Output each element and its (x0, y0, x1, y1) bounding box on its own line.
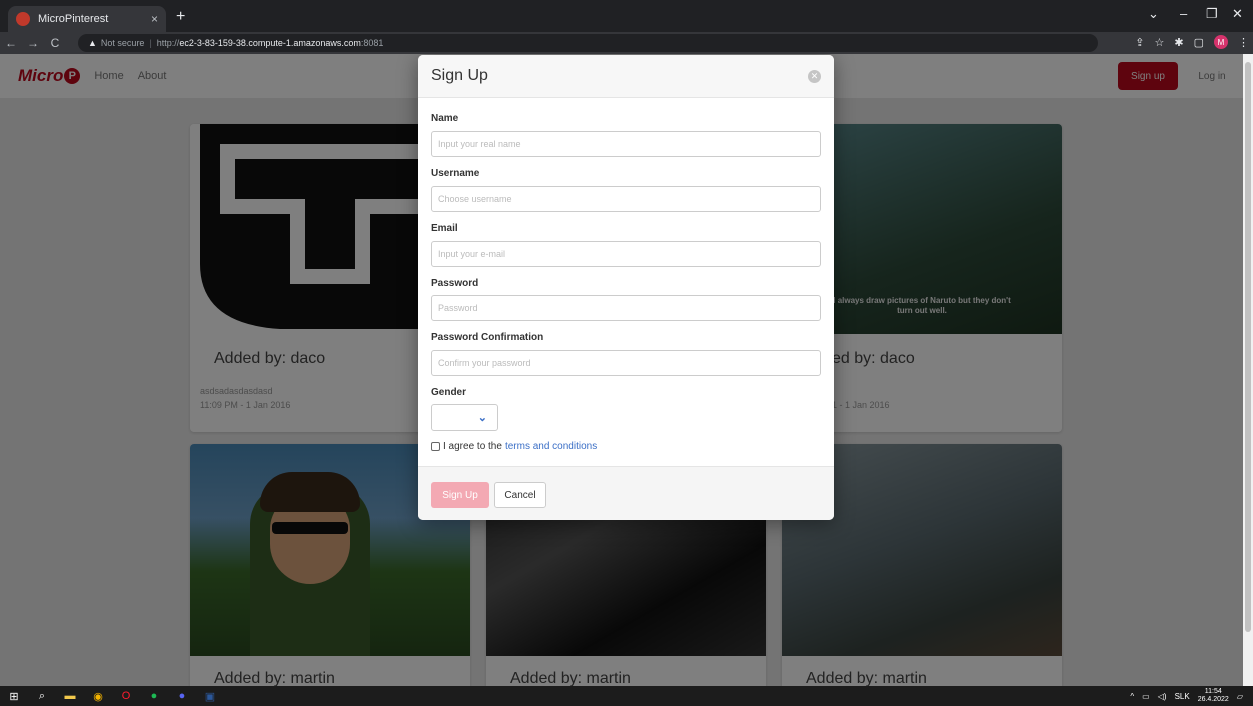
password-confirmation-input[interactable] (431, 350, 821, 376)
browser-window: MicroPinterest × + ⌄ – ❐ ✕ ← → C ▲ Not s… (0, 0, 1253, 706)
tray-chevron-up-icon[interactable]: ^ (1130, 692, 1134, 701)
modal-title: Sign Up (431, 67, 488, 84)
page-viewport: Micro P Home About Sign up Log in Added … (0, 54, 1243, 686)
modal-header: Sign Up ✕ (418, 55, 834, 98)
toolbar-icons: ⇪ ☆ ✱ ▢ M ⋮ (1135, 35, 1249, 49)
forward-icon[interactable]: → (22, 36, 44, 50)
extensions-icon[interactable]: ✱ (1174, 36, 1183, 49)
url-host: ec2-3-83-159-38.compute-1.amazonaws.com (179, 38, 361, 48)
gender-label: Gender (431, 387, 467, 398)
volume-icon[interactable]: ◁) (1158, 692, 1167, 701)
pinterest-favicon-icon (16, 12, 30, 26)
email-label: Email (431, 223, 458, 234)
tab-search-icon[interactable]: ⌄ (1148, 6, 1159, 22)
terms-row: I agree to the terms and conditions (431, 441, 597, 452)
password-confirmation-label: Password Confirmation (431, 332, 544, 343)
cancel-button[interactable]: Cancel (494, 482, 546, 508)
discord-icon[interactable]: ● (168, 686, 196, 706)
new-tab-button[interactable]: + (176, 8, 185, 26)
reload-icon[interactable]: C (44, 36, 66, 50)
share-icon[interactable]: ⇪ (1135, 36, 1144, 49)
word-icon[interactable]: ▣ (196, 686, 224, 706)
signup-modal: Sign Up ✕ Name Username Email Password P… (418, 55, 834, 520)
clock[interactable]: 11:54 26.4.2022 (1198, 688, 1229, 704)
search-icon[interactable]: ⌕ (28, 686, 56, 706)
browser-toolbar: ← → C ▲ Not secure | http:// ec2-3-83-15… (0, 32, 1253, 54)
tab-strip: MicroPinterest × + ⌄ – ❐ ✕ (0, 0, 1253, 32)
chevron-down-icon: ⌄ (477, 412, 487, 424)
clock-date: 26.4.2022 (1197, 696, 1229, 703)
spotify-icon[interactable]: ● (140, 686, 168, 706)
minimize-icon[interactable]: – (1180, 6, 1187, 21)
gender-select[interactable]: ⌄ (431, 404, 498, 431)
signup-submit-button[interactable]: Sign Up (431, 482, 489, 508)
windows-start-icon[interactable]: ⊞ (0, 686, 28, 706)
address-bar[interactable]: ▲ Not secure | http:// ec2-3-83-159-38.c… (78, 34, 1098, 52)
email-input[interactable] (431, 241, 821, 267)
tab-close-icon[interactable]: × (151, 12, 158, 26)
browser-tab[interactable]: MicroPinterest × (8, 6, 166, 32)
profile-avatar[interactable]: M (1214, 35, 1228, 49)
menu-icon[interactable]: ⋮ (1238, 36, 1249, 49)
url-port: :8081 (360, 38, 384, 48)
notifications-icon[interactable]: ▱ (1237, 692, 1243, 701)
scrollbar-thumb[interactable] (1245, 62, 1251, 632)
bookmark-star-icon[interactable]: ☆ (1155, 36, 1165, 49)
chrome-icon[interactable]: ◉ (84, 686, 112, 706)
warning-icon: ▲ (88, 38, 97, 48)
language-indicator[interactable]: SLK (1175, 692, 1190, 701)
close-window-icon[interactable]: ✕ (1232, 6, 1243, 22)
network-icon[interactable]: ▭ (1142, 692, 1150, 701)
username-input[interactable] (431, 186, 821, 212)
windows-taskbar: ⊞ ⌕ ▬ ◉ O ● ● ▣ ^ ▭ ◁) SLK 11:54 26.4.20… (0, 686, 1253, 706)
close-icon[interactable]: ✕ (808, 69, 821, 83)
security-label: Not secure (100, 38, 145, 48)
system-tray: ^ ▭ ◁) SLK 11:54 26.4.2022 ▱ (1130, 686, 1243, 706)
side-panel-icon[interactable]: ▢ (1194, 36, 1204, 49)
modal-footer: Sign Up Cancel (418, 466, 834, 520)
opera-icon[interactable]: O (112, 686, 140, 706)
name-input[interactable] (431, 131, 821, 157)
tab-title: MicroPinterest (38, 13, 109, 25)
file-explorer-icon[interactable]: ▬ (56, 686, 84, 706)
url-scheme: http:// (156, 38, 180, 48)
terms-text: I agree to the (443, 441, 502, 452)
terms-checkbox[interactable] (431, 442, 440, 451)
password-input[interactable] (431, 295, 821, 321)
page-scrollbar[interactable] (1243, 54, 1253, 686)
name-label: Name (431, 113, 459, 124)
terms-link[interactable]: terms and conditions (505, 441, 597, 452)
password-label: Password (431, 278, 479, 289)
clock-time: 11:54 (1204, 688, 1222, 695)
restore-icon[interactable]: ❐ (1206, 6, 1218, 22)
address-separator: | (149, 38, 152, 48)
back-icon[interactable]: ← (0, 36, 22, 50)
username-label: Username (431, 168, 480, 179)
